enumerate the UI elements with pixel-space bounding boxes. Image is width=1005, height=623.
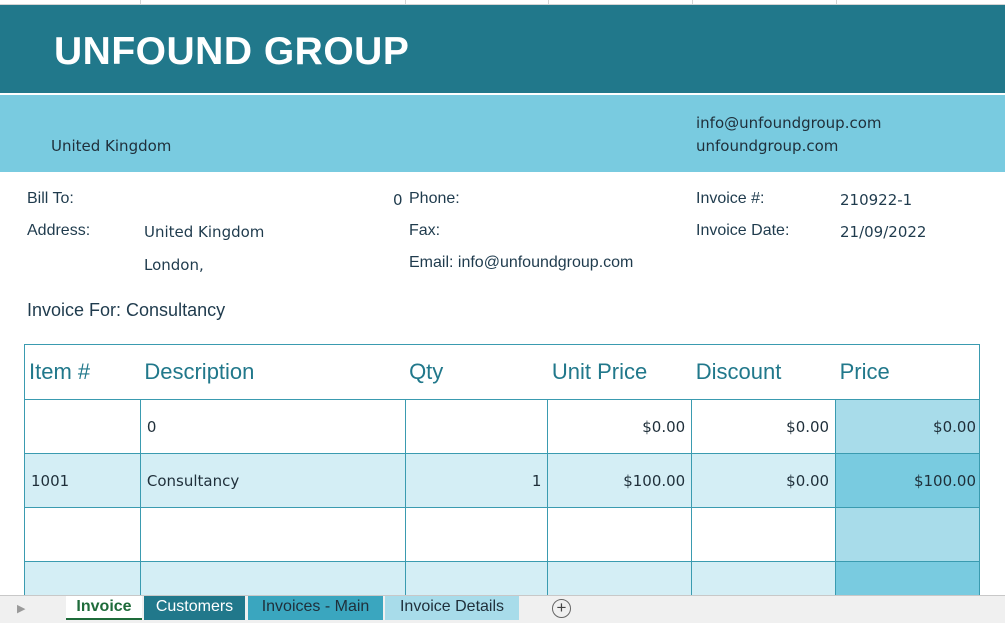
cell-unit-price[interactable]: $100.00 xyxy=(547,453,693,508)
address-line-1[interactable]: United Kingdom xyxy=(144,223,264,241)
email-label: Email: info@unfoundgroup.com xyxy=(409,254,634,271)
cell-unit-price[interactable] xyxy=(547,507,693,562)
table-header-row: Item # Description Qty Unit Price Discou… xyxy=(24,344,980,400)
header-price[interactable]: Price xyxy=(835,344,980,400)
cell-item[interactable] xyxy=(24,399,141,454)
bill-to-value[interactable]: 0 xyxy=(393,191,403,209)
contact-band: United Kingdom info@unfoundgroup.com unf… xyxy=(0,95,1005,172)
company-email: info@unfoundgroup.com xyxy=(696,114,882,132)
tab-invoice-details[interactable]: Invoice Details xyxy=(385,596,519,620)
company-name: UNFOUND GROUP xyxy=(54,30,410,73)
cell-price[interactable]: $100.00 xyxy=(835,453,980,508)
invoice-number-label: Invoice #: xyxy=(696,190,765,207)
header-qty[interactable]: Qty xyxy=(405,344,548,400)
invoice-for: Invoice For: Consultancy xyxy=(27,300,226,320)
company-country: United Kingdom xyxy=(51,137,172,155)
cell-discount[interactable] xyxy=(691,507,837,562)
tab-invoices-main[interactable]: Invoices - Main xyxy=(248,596,383,620)
header-unit-price[interactable]: Unit Price xyxy=(547,344,692,400)
address-label: Address: xyxy=(27,222,91,239)
items-table: Item # Description Qty Unit Price Discou… xyxy=(24,344,980,616)
header-item-number[interactable]: Item # xyxy=(24,344,141,400)
header-band: UNFOUND GROUP xyxy=(0,5,1005,93)
sheet-tab-bar: ▶ Invoice Customers Invoices - Main Invo… xyxy=(0,595,1005,623)
cell-discount[interactable]: $0.00 xyxy=(691,399,837,454)
cell-item[interactable]: 1001 xyxy=(24,453,141,508)
triangle-right-icon[interactable]: ▶ xyxy=(17,602,25,615)
phone-label: Phone: xyxy=(409,190,460,207)
tab-customers[interactable]: Customers xyxy=(144,596,245,620)
cell-price[interactable] xyxy=(835,507,980,562)
company-website: unfoundgroup.com xyxy=(696,137,839,155)
bill-to-label: Bill To: xyxy=(27,190,74,207)
cell-description[interactable]: Consultancy xyxy=(139,453,406,508)
cell-description[interactable]: 0 xyxy=(139,399,406,454)
cell-qty[interactable] xyxy=(404,399,549,454)
invoice-date-label: Invoice Date: xyxy=(696,222,790,239)
header-description[interactable]: Description xyxy=(140,344,406,400)
cell-discount[interactable]: $0.00 xyxy=(691,453,837,508)
invoice-number[interactable]: 210922-1 xyxy=(840,191,912,209)
cell-item[interactable] xyxy=(24,507,141,562)
cell-unit-price[interactable]: $0.00 xyxy=(547,399,693,454)
address-line-2[interactable]: London, xyxy=(144,256,204,274)
cell-qty[interactable] xyxy=(404,507,549,562)
table-row xyxy=(24,507,980,562)
table-row: 0 $0.00 $0.00 $0.00 xyxy=(24,399,980,454)
tab-invoice[interactable]: Invoice xyxy=(66,596,142,620)
plus-circle-icon[interactable]: + xyxy=(552,599,571,618)
invoice-date[interactable]: 21/09/2022 xyxy=(840,223,926,241)
header-discount[interactable]: Discount xyxy=(691,344,836,400)
cell-qty[interactable]: 1 xyxy=(404,453,549,508)
cell-price[interactable]: $0.00 xyxy=(835,399,980,454)
cell-description[interactable] xyxy=(139,507,406,562)
table-row: 1001 Consultancy 1 $100.00 $0.00 $100.00 xyxy=(24,453,980,508)
fax-label: Fax: xyxy=(409,222,441,239)
